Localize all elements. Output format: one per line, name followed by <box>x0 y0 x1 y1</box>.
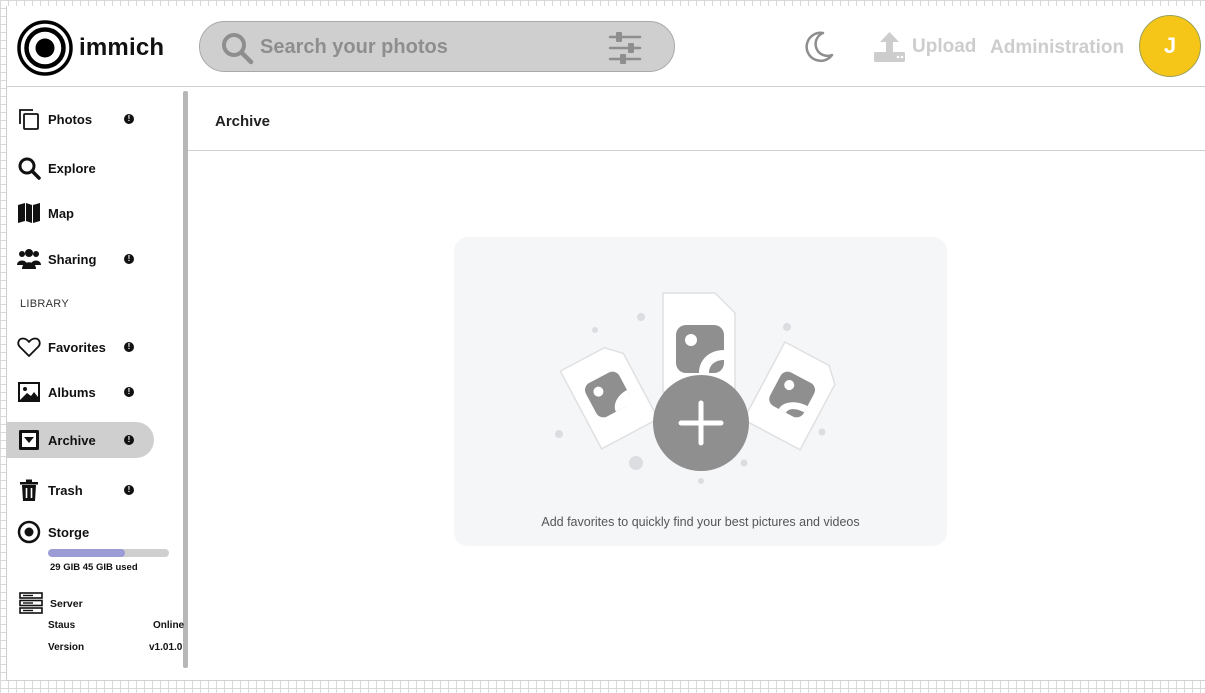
sidebar-item-albums[interactable]: Albums ! <box>7 374 157 410</box>
left-photo-card <box>559 346 660 450</box>
library-section-label: LIBRARY <box>20 298 69 310</box>
user-avatar[interactable]: J <box>1139 15 1201 77</box>
top-bar: immich Search your photos Upload Adminis… <box>7 6 1205 87</box>
storage-icon <box>17 520 41 544</box>
sidebar-item-trash[interactable]: Trash ! <box>7 472 157 508</box>
page-title: Archive <box>215 113 271 130</box>
sidebar-item-label: Trash <box>48 482 83 498</box>
server-status-value: Online <box>153 620 185 631</box>
sidebar-item-label: Favorites <box>48 339 106 355</box>
trash-icon <box>20 479 38 501</box>
sidebar-item-storage[interactable]: Storge <box>7 514 157 550</box>
image-icon <box>18 382 40 402</box>
storage-usage-fill <box>48 549 126 557</box>
app-logo[interactable]: immich <box>17 20 164 76</box>
info-icon: ! <box>124 254 134 264</box>
server-label: Server <box>50 598 83 610</box>
sidebar-item-sharing[interactable]: Sharing ! <box>7 241 157 277</box>
storage-usage-bar <box>48 549 169 557</box>
sliders-icon[interactable] <box>608 32 642 64</box>
sidebar: Photos ! Explore Map Sharing ! LIBRARY F… <box>7 88 188 681</box>
server-status-label: Staus <box>48 620 76 631</box>
map-icon <box>18 203 40 223</box>
sidebar-item-label: Archive <box>48 432 96 448</box>
info-icon: ! <box>124 485 134 495</box>
moon-icon[interactable] <box>801 30 835 64</box>
sidebar-item-label: Sharing <box>48 251 97 267</box>
search-icon[interactable] <box>220 31 254 65</box>
empty-photos-illustration <box>555 292 836 484</box>
server-version-label: Version <box>48 642 85 653</box>
info-icon: ! <box>124 114 134 124</box>
search-icon <box>18 157 41 180</box>
empty-state-card: Add favorites to quickly find your best … <box>454 237 947 546</box>
info-icon: ! <box>124 435 134 445</box>
sidebar-scrollbar[interactable] <box>183 91 188 668</box>
right-photo-card <box>742 340 836 451</box>
sidebar-item-label: Photos <box>48 111 93 127</box>
sidebar-item-label: Map <box>48 205 74 221</box>
heart-icon <box>17 337 41 357</box>
people-icon <box>17 249 41 269</box>
server-version-value: v1.01.0 <box>149 642 183 653</box>
photos-icon <box>19 109 39 130</box>
sidebar-item-archive[interactable]: Archive ! <box>7 422 154 458</box>
search-bar[interactable] <box>199 21 675 72</box>
storage-usage-text: 29 GIB 45 GIB used <box>50 562 138 573</box>
info-icon: ! <box>124 342 134 352</box>
empty-state-message: Add favorites to quickly find your best … <box>541 515 860 529</box>
search-input[interactable] <box>260 30 590 64</box>
sidebar-item-explore[interactable]: Explore <box>7 150 157 186</box>
storage-label: Storge <box>48 524 90 540</box>
upload-label: Upload <box>912 35 977 57</box>
sidebar-item-label: Albums <box>48 384 96 400</box>
administration-link[interactable]: Administration <box>990 37 1124 59</box>
app-frame: immich Search your photos Upload Adminis… <box>6 6 1205 681</box>
add-circle <box>653 375 749 471</box>
server-icon <box>19 592 43 614</box>
archive-icon <box>19 430 39 450</box>
title-divider <box>188 150 1205 151</box>
sidebar-item-map[interactable]: Map <box>7 195 157 231</box>
upload-button[interactable]: Upload <box>873 30 976 63</box>
sidebar-item-favorites[interactable]: Favorites ! <box>7 329 157 365</box>
upload-icon <box>874 32 905 62</box>
immich-logo-icon <box>17 20 73 76</box>
sidebar-item-label: Explore <box>48 160 96 176</box>
info-icon: ! <box>124 387 134 397</box>
app-name: immich <box>79 34 165 61</box>
sidebar-item-photos[interactable]: Photos ! <box>7 101 157 137</box>
